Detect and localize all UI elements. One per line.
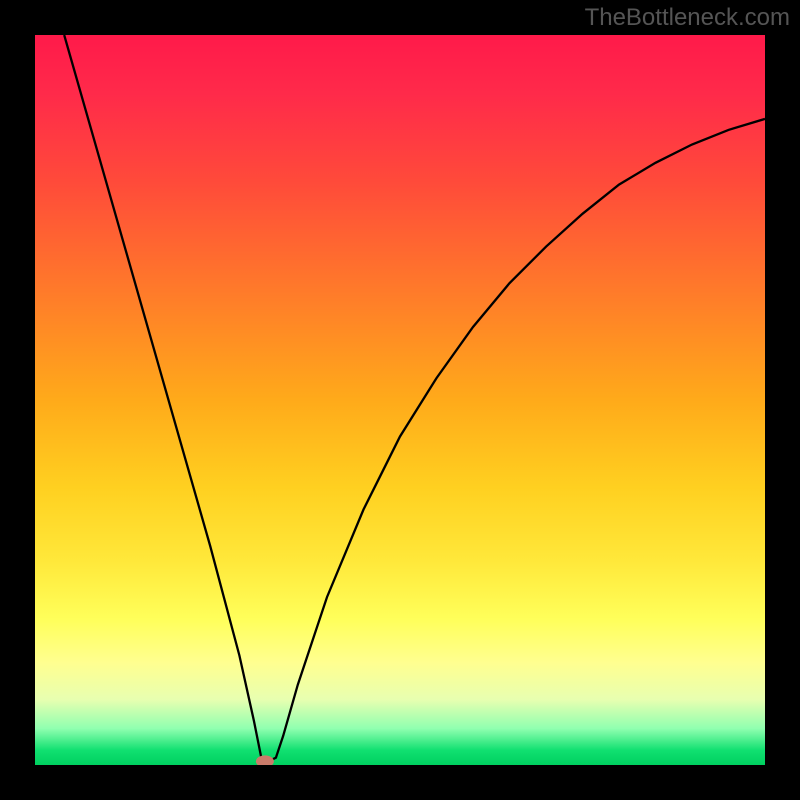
bottleneck-curve [64, 35, 765, 761]
optimal-marker [256, 755, 274, 765]
curve-svg [35, 35, 765, 765]
plot-area [35, 35, 765, 765]
chart-container: TheBottleneck.com [0, 0, 800, 800]
watermark-text: TheBottleneck.com [585, 4, 790, 32]
